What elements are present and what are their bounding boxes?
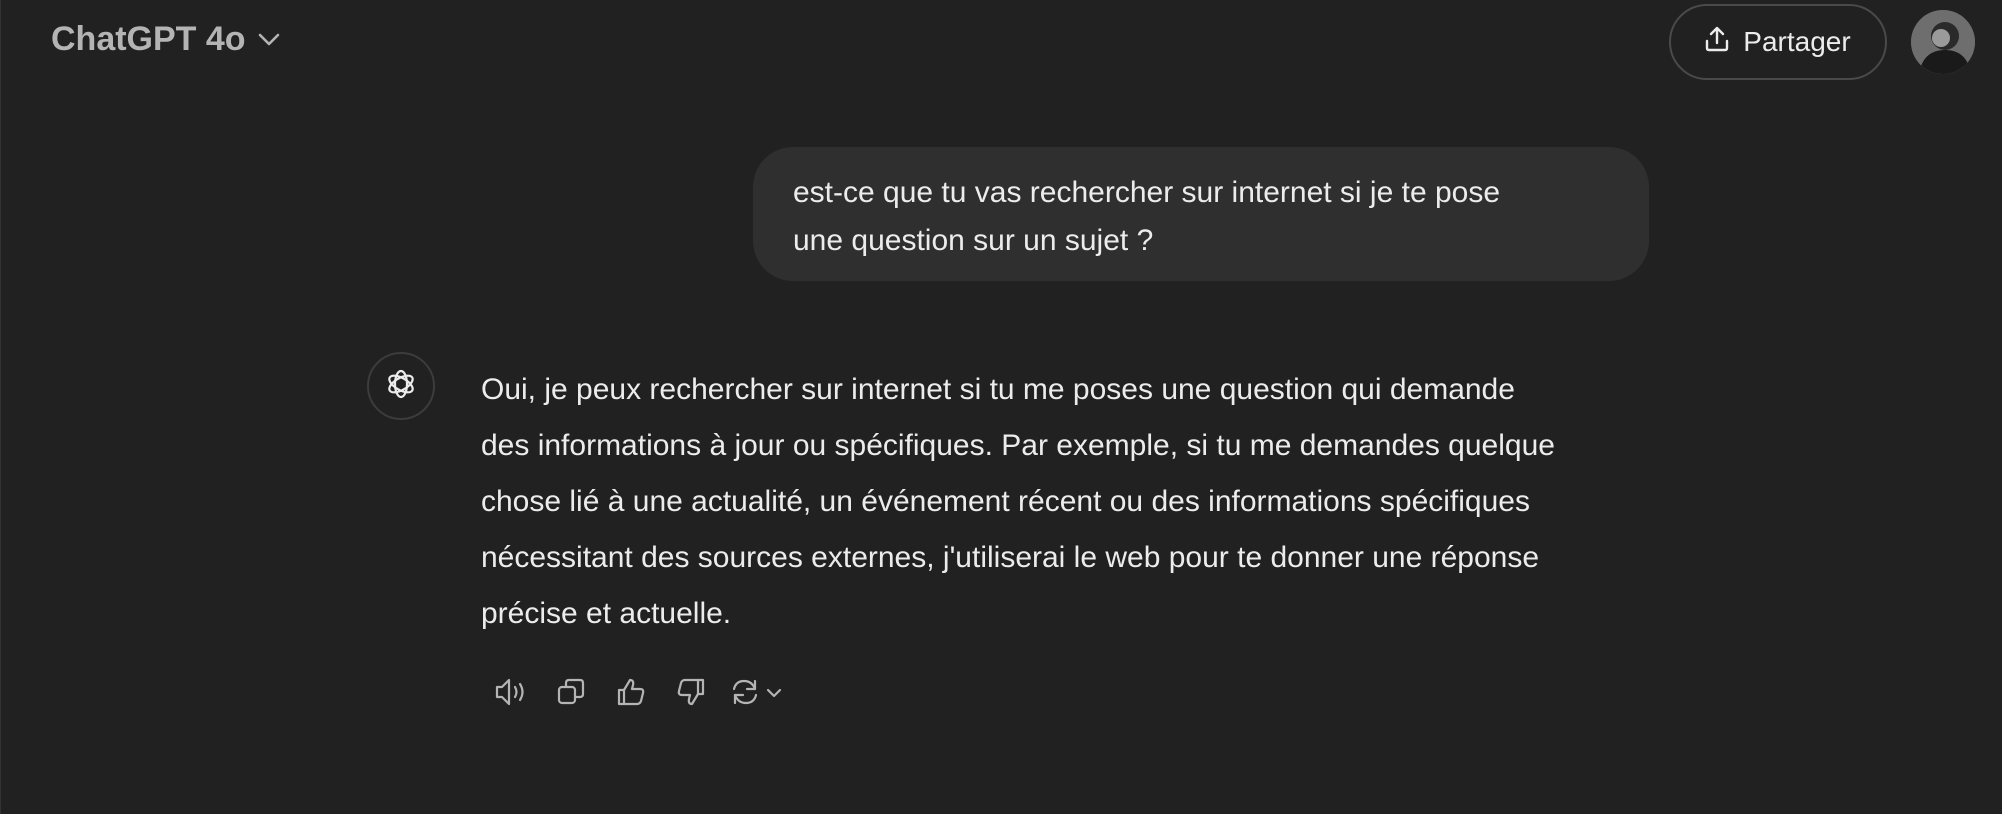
read-aloud-button[interactable] — [481, 674, 541, 714]
assistant-message-line: nécessitant des sources externes, j'util… — [481, 541, 1540, 574]
message-actions — [481, 674, 791, 714]
chat-window: ChatGPT 4o Partager est-ce que tu vas re… — [0, 0, 2002, 814]
model-label: ChatGPT 4o — [51, 20, 246, 58]
good-response-button[interactable] — [601, 674, 661, 714]
chevron-down-icon — [766, 685, 782, 703]
share-button[interactable]: Partager — [1669, 4, 1887, 80]
chevron-down-icon — [258, 33, 280, 47]
assistant-message: Oui, je peux rechercher sur internet si … — [481, 362, 1661, 642]
thumbs-down-icon — [676, 677, 706, 712]
read-aloud-icon — [494, 677, 528, 712]
regenerate-icon — [730, 677, 760, 712]
copy-button[interactable] — [541, 674, 601, 714]
bad-response-button[interactable] — [661, 674, 721, 714]
copy-icon — [556, 677, 586, 712]
user-message-line: est-ce que tu vas rechercher sur interne… — [793, 176, 1501, 209]
user-avatar[interactable] — [1911, 10, 1975, 74]
model-selector[interactable]: ChatGPT 4o — [51, 20, 280, 59]
openai-logo-icon — [383, 366, 419, 407]
assistant-message-line: des informations à jour ou spécifiques. … — [481, 429, 1555, 462]
user-message-bubble: est-ce que tu vas rechercher sur interne… — [753, 147, 1649, 281]
share-icon — [1705, 26, 1729, 59]
user-message-line: une question sur un sujet ? — [793, 224, 1154, 257]
assistant-message-line: chose lié à une actualité, un événement … — [481, 485, 1530, 518]
assistant-avatar — [367, 352, 435, 420]
thumbs-up-icon — [616, 677, 646, 712]
assistant-message-line: Oui, je peux rechercher sur internet si … — [481, 373, 1515, 406]
regenerate-button[interactable] — [721, 674, 791, 714]
assistant-message-line: précise et actuelle. — [481, 597, 732, 630]
share-label: Partager — [1743, 26, 1851, 57]
